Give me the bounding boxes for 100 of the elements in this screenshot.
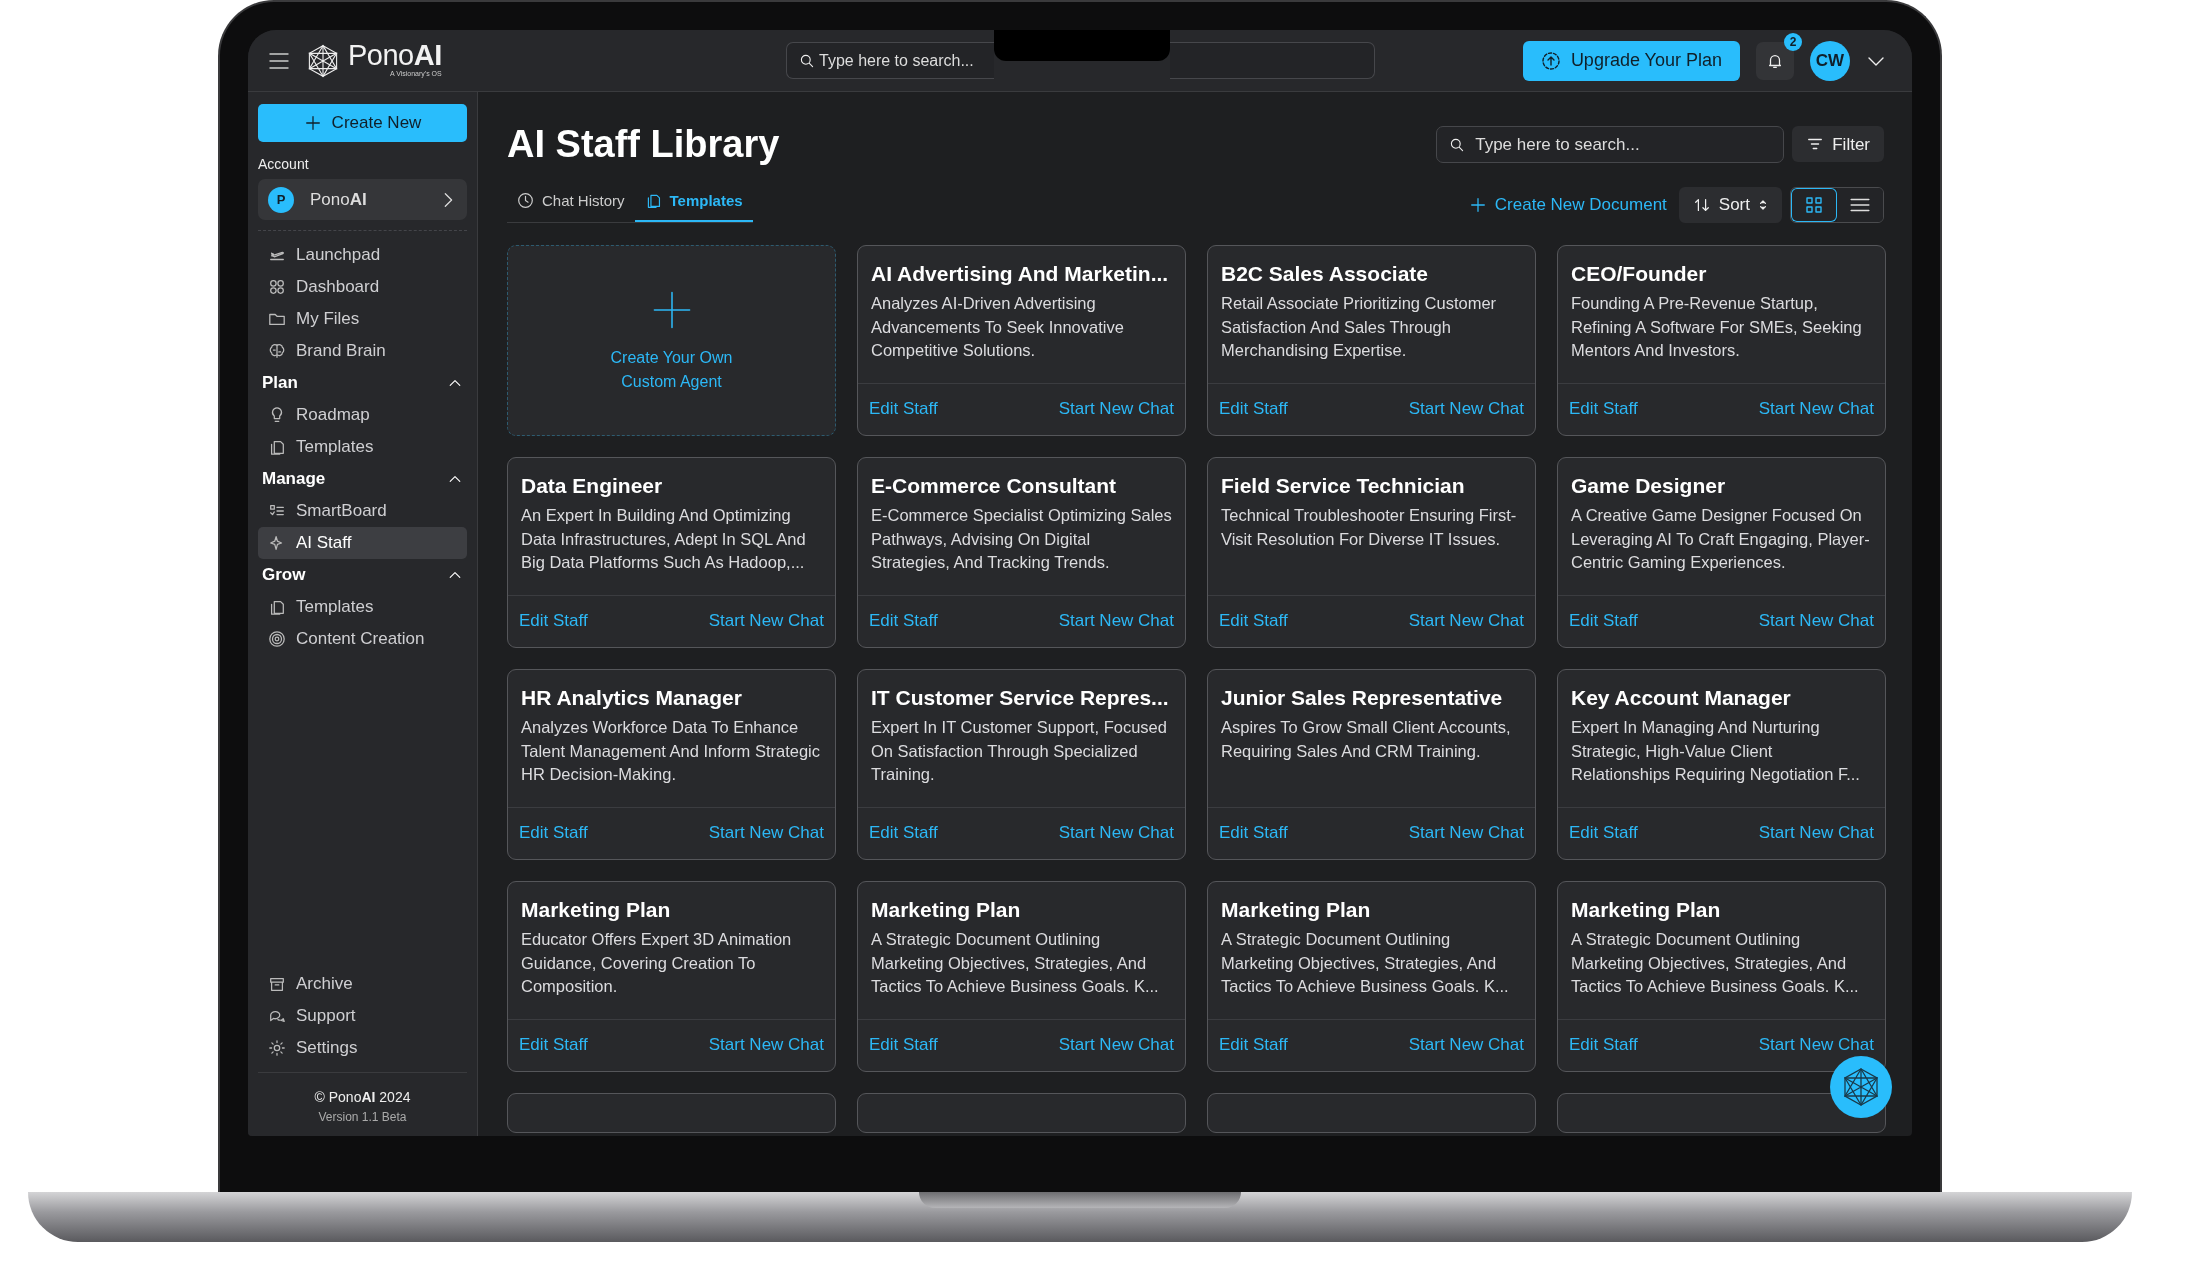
filter-button[interactable]: Filter [1792, 126, 1884, 163]
card-description: A Strategic Document Outlining Marketing Objectives, Strategies, And Tactics To Achieve Business Goals. K... [1570, 928, 1860, 998]
page-title: AI Staff Library [507, 122, 780, 167]
edit-staff-link[interactable]: Edit Staff [869, 395, 938, 422]
card-description: Expert In IT Customer Support, Focused On Satisfaction Through Specialized Training. [870, 716, 1168, 786]
logo-icon [306, 43, 340, 78]
start-chat-link[interactable]: Start New Chat [1408, 819, 1524, 846]
start-chat-link[interactable]: Start New Chat [708, 1031, 824, 1058]
start-chat-link[interactable]: Start New Chat [1758, 607, 1874, 634]
card-description: Expert In Managing And Nurturing Strategic, High-Value Client Relationships Requiring Negotiation F... [1570, 716, 1861, 786]
card-title: AI Advertising And Marketin... [870, 261, 1170, 288]
card-description: E-Commerce Specialist Optimizing Sales Pathways, Advising On Digital Strategies, And Tracking Trends. [870, 504, 1173, 574]
card-description: Technical Troubleshooter Ensuring First-Visit Resolution For Diverse IT Issues. [1220, 504, 1518, 550]
edit-staff-link[interactable]: Edit Staff [1219, 1031, 1288, 1058]
card-title: E-Commerce Consultant [870, 473, 1118, 500]
edit-staff-link[interactable]: Edit Staff [519, 819, 588, 846]
create-document-link[interactable]: Create New Document [1468, 192, 1667, 218]
start-chat-link[interactable]: Start New Chat [708, 607, 824, 634]
start-chat-link[interactable]: Start New Chat [1758, 1031, 1874, 1058]
sidebar-item[interactable]: Dashboard [258, 271, 467, 303]
start-chat-link[interactable]: Start New Chat [1758, 819, 1874, 846]
card-title: Game Designer [1570, 473, 1727, 500]
tab[interactable]: Chat History [507, 183, 635, 223]
edit-staff-link[interactable]: Edit Staff [869, 607, 938, 634]
start-chat-link[interactable]: Start New Chat [1058, 1031, 1174, 1058]
tab[interactable]: Templates [634, 183, 753, 223]
create-new-button[interactable]: Create New [258, 104, 467, 142]
section-title: Manage [262, 468, 326, 491]
search-field[interactable]: Type here to search... [1436, 126, 1785, 164]
card-description: A Strategic Document Outlining Marketing Objectives, Strategies, And Tactics To Achieve Business Goals. K... [870, 928, 1160, 998]
edit-staff-link[interactable]: Edit Staff [1569, 607, 1638, 634]
card-title: Marketing Plan [870, 897, 1022, 924]
section-header[interactable]: Manage [258, 463, 467, 495]
edit-staff-link[interactable]: Edit Staff [1569, 819, 1638, 846]
clock-icon [517, 192, 534, 210]
sidebar-item[interactable]: AI Staff [258, 527, 467, 559]
section-title: Grow [262, 564, 306, 587]
card-title: Marketing Plan [1570, 897, 1722, 924]
section-header[interactable]: Plan [258, 367, 467, 399]
card-title: CEO/Founder [1570, 261, 1708, 288]
card-title: Key Account Manager [1570, 685, 1792, 712]
edit-staff-link[interactable]: Edit Staff [519, 607, 588, 634]
sidebar-item[interactable]: Templates [258, 591, 467, 623]
start-chat-link[interactable]: Start New Chat [1408, 1031, 1524, 1058]
archive-icon [268, 975, 286, 993]
brand-name: PonoAI [348, 41, 442, 71]
card-description: Analyzes Workforce Data To Enhance Talent Management And Inform Strategic HR Decision-Making. [520, 716, 821, 786]
card-description: A Strategic Document Outlining Marketing Objectives, Strategies, And Tactics To Achieve Business Goals. K... [1220, 928, 1510, 998]
edit-staff-link[interactable]: Edit Staff [1219, 819, 1288, 846]
sidebar-item[interactable]: Settings [258, 1032, 467, 1064]
card-title: Marketing Plan [1220, 897, 1372, 924]
documents-icon [268, 438, 286, 456]
start-chat-link[interactable]: Start New Chat [1058, 607, 1174, 634]
sidebar-item[interactable]: Support [258, 1000, 467, 1032]
sort-button[interactable]: Sort [1678, 187, 1782, 224]
sidebar-item[interactable]: Brand Brain [258, 335, 467, 367]
create-agent-card[interactable]: Create Your Own Custom Agent [507, 245, 836, 437]
copyright-text: © PonoAI 2024 [313, 1088, 412, 1107]
section-header[interactable]: Grow [258, 559, 467, 591]
card-title: HR Analytics Manager [520, 685, 743, 712]
edit-staff-link[interactable]: Edit Staff [1219, 607, 1288, 634]
view-toggle-button[interactable] [1837, 188, 1883, 223]
logo-icon [1841, 1067, 1881, 1107]
card-description: An Expert In Building And Optimizing Data Infrastructures, Adept In SQL And Big Data Platforms Such As Hadoop,... [520, 504, 807, 574]
start-chat-link[interactable]: Start New Chat [1058, 819, 1174, 846]
card-title: IT Customer Service Repres... [870, 685, 1170, 712]
account-avatar: P [268, 186, 294, 213]
start-chat-link[interactable]: Start New Chat [1408, 607, 1524, 634]
card-description: A Creative Game Designer Focused On Leveraging AI To Craft Engaging, Player-Centric Gaming Experiences. [1570, 504, 1871, 574]
card-title: Marketing Plan [520, 897, 672, 924]
start-chat-link[interactable]: Start New Chat [708, 819, 824, 846]
sidebar-item[interactable]: Content Creation [258, 623, 467, 655]
view-toggle-button[interactable] [1791, 188, 1837, 223]
sidebar-item[interactable]: My Files [258, 303, 467, 335]
edit-staff-link[interactable]: Edit Staff [1569, 395, 1638, 422]
sidebar-item[interactable]: SmartBoard [258, 495, 467, 527]
sidebar-item[interactable]: Archive [258, 968, 467, 1000]
account-selector[interactable]: P PonoAI [258, 179, 467, 220]
spiral-icon [268, 630, 286, 648]
card-title: B2C Sales Associate [1220, 261, 1429, 288]
section-title: Plan [262, 372, 298, 395]
start-chat-link[interactable]: Start New Chat [1408, 395, 1524, 422]
start-chat-link[interactable]: Start New Chat [1758, 395, 1874, 422]
upgrade-button[interactable]: Upgrade Your Plan [1522, 40, 1740, 81]
notification-count: 2 [1784, 32, 1802, 51]
sidebar-item[interactable]: Roadmap [258, 399, 467, 431]
user-avatar[interactable]: CW [1810, 40, 1850, 81]
grid-view-icon [1804, 195, 1824, 216]
start-chat-link[interactable]: Start New Chat [1058, 395, 1174, 422]
search-field[interactable]: Type here to search... [786, 42, 994, 79]
sidebar-item[interactable]: Launchpad [258, 239, 467, 271]
card-title: Data Engineer [520, 473, 664, 500]
edit-staff-link[interactable]: Edit Staff [519, 1031, 588, 1058]
edit-staff-link[interactable]: Edit Staff [1569, 1031, 1638, 1058]
edit-staff-link[interactable]: Edit Staff [869, 819, 938, 846]
card-title: Junior Sales Representative [1220, 685, 1504, 712]
search-field-end[interactable] [1170, 42, 1375, 79]
sidebar-item[interactable]: Templates [258, 431, 467, 463]
edit-staff-link[interactable]: Edit Staff [869, 1031, 938, 1058]
edit-staff-link[interactable]: Edit Staff [1219, 395, 1288, 422]
